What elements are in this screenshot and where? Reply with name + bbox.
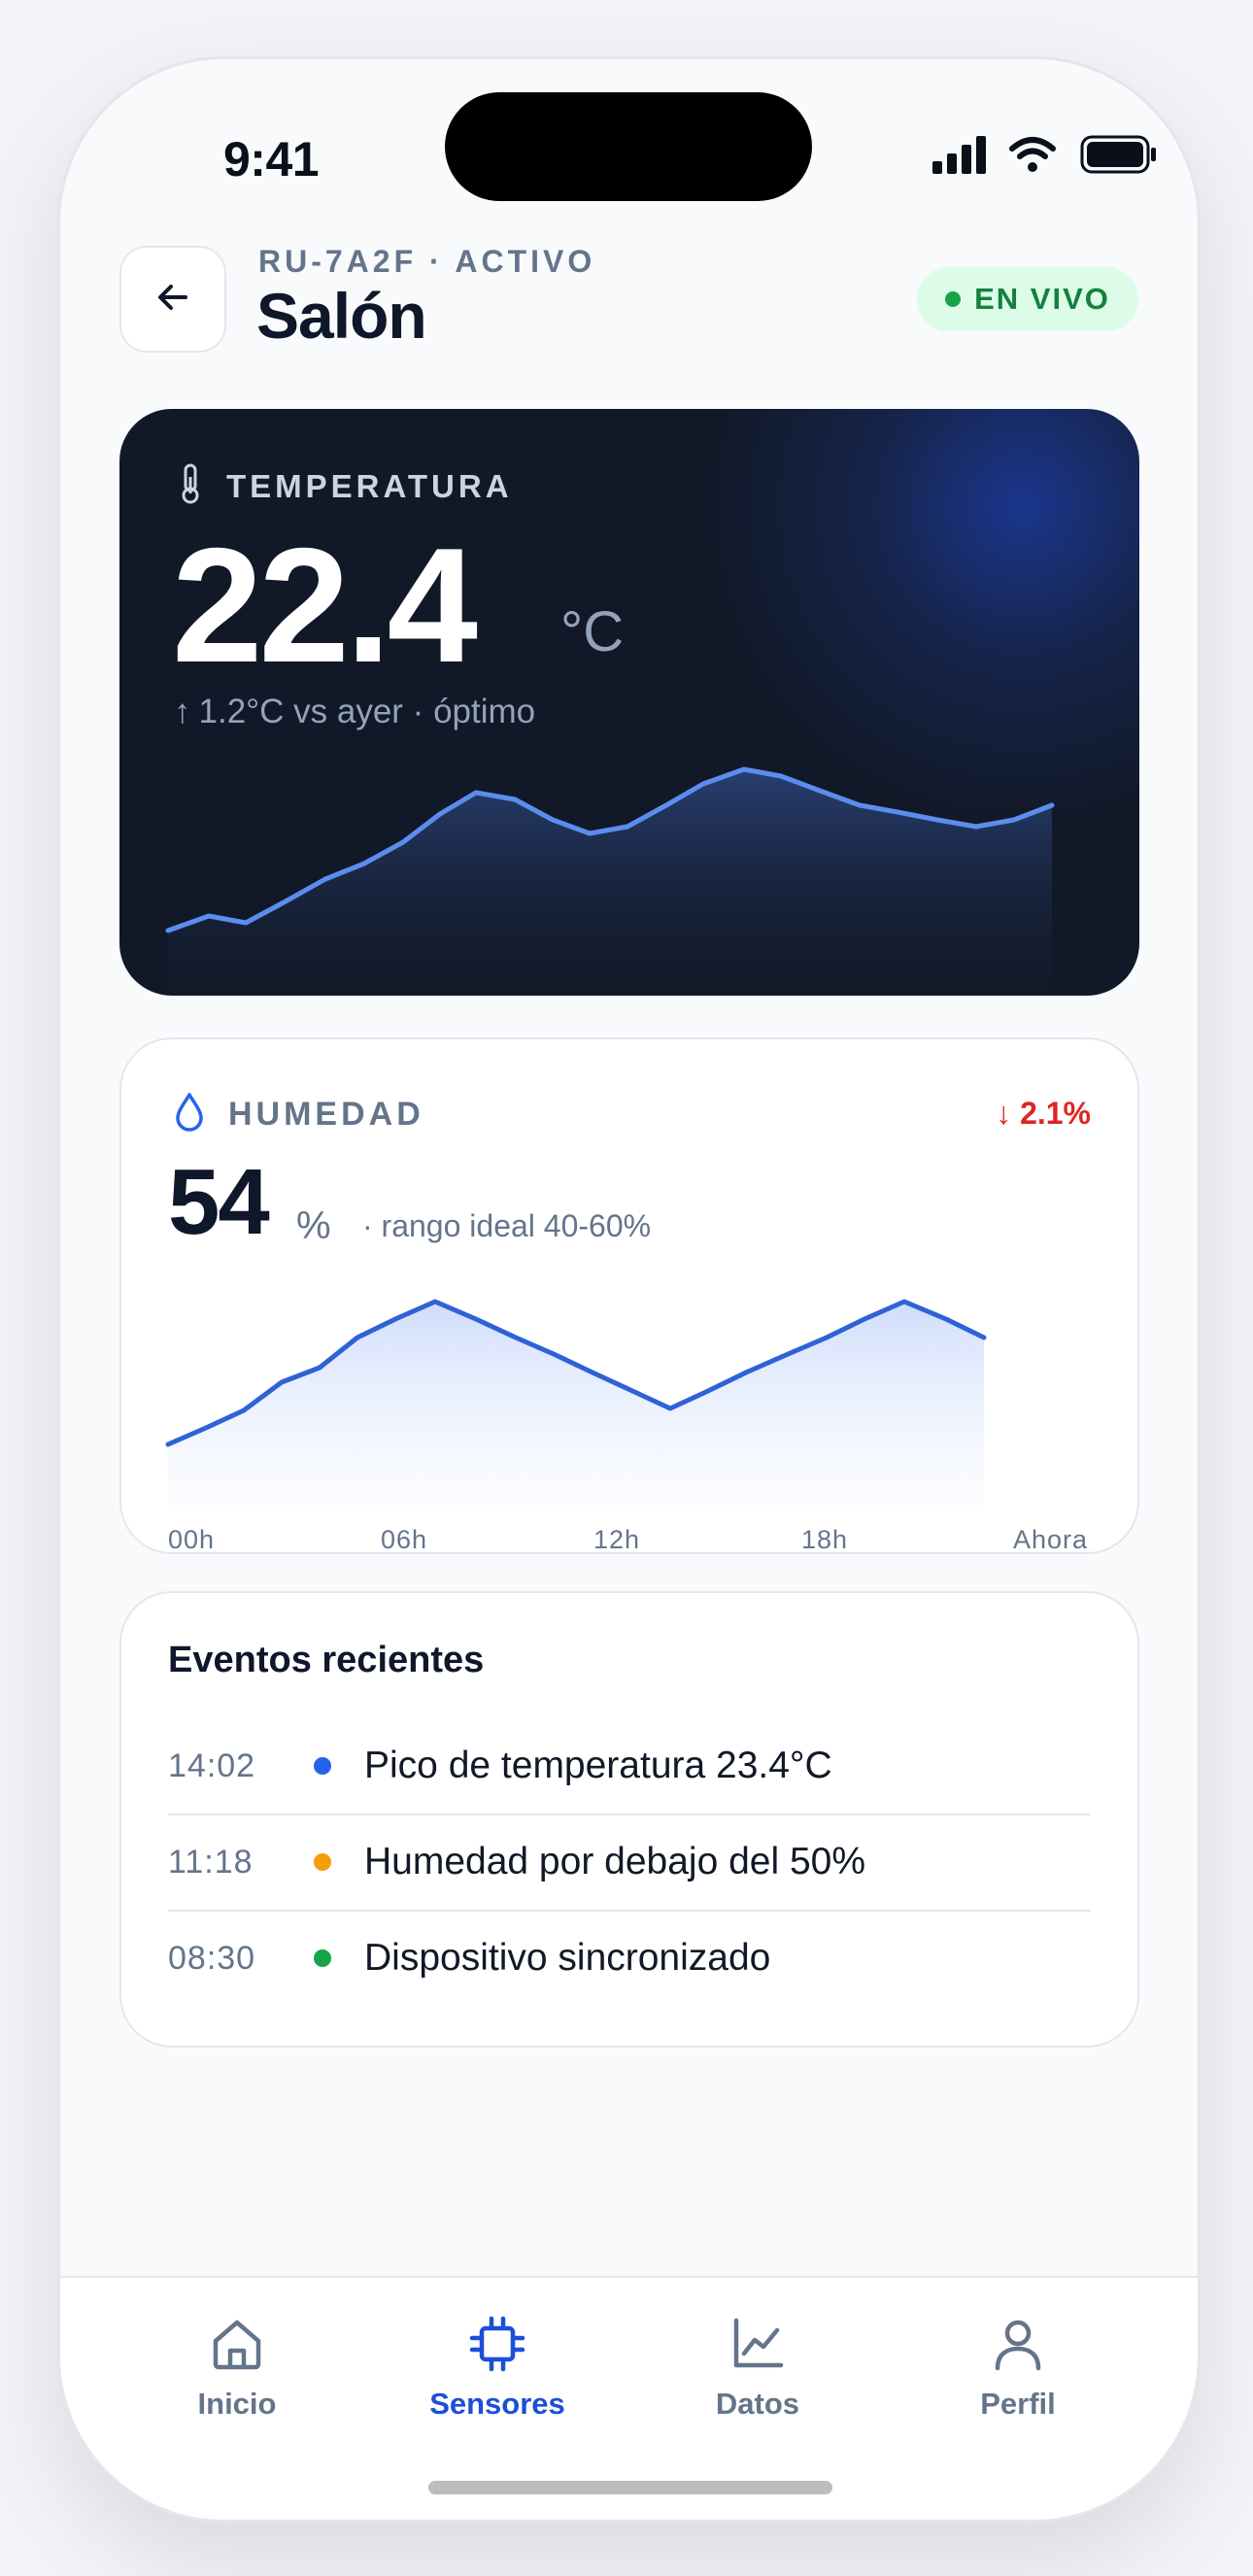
event-row[interactable]: 08:30 Dispositivo sincronizado bbox=[168, 1911, 1091, 2006]
dynamic-island bbox=[445, 92, 812, 201]
page-title: Salón bbox=[256, 280, 427, 352]
humidity-range: · rango ideal 40-60% bbox=[362, 1208, 652, 1243]
x-axis-label: 18h bbox=[801, 1525, 849, 1554]
chip-icon bbox=[468, 2315, 526, 2373]
x-axis-label: 06h bbox=[381, 1525, 428, 1554]
temperature-area bbox=[168, 769, 1052, 996]
tab-label: Perfil bbox=[980, 2387, 1056, 2421]
event-status-dot bbox=[314, 1853, 331, 1871]
tab-datos[interactable]: Datos bbox=[627, 2278, 888, 2472]
tab-inicio[interactable]: Inicio bbox=[107, 2278, 367, 2472]
user-icon bbox=[989, 2315, 1047, 2373]
event-status-dot bbox=[314, 1757, 331, 1775]
event-time: 08:30 bbox=[168, 1939, 256, 1977]
arrow-up-icon: ↑ bbox=[174, 693, 191, 730]
x-axis-label: 12h bbox=[593, 1525, 641, 1554]
events-title: Eventos recientes bbox=[168, 1640, 485, 1680]
temperature-delta: ↑ 1.2°C vs ayer · óptimo bbox=[174, 693, 535, 731]
humidity-area bbox=[168, 1302, 984, 1506]
temperature-delta-text: 1.2°C vs ayer · óptimo bbox=[198, 693, 536, 730]
event-time: 11:18 bbox=[168, 1843, 254, 1881]
device-id: RU-7A2F · ACTIVO bbox=[258, 244, 596, 279]
event-status-dot bbox=[314, 1949, 331, 1967]
phone-screen: 9:41 RU-7A2F · ACTIVO Salón EN VIVO TEMP… bbox=[57, 56, 1201, 2523]
event-text: Dispositivo sincronizado bbox=[364, 1937, 771, 1979]
home-icon bbox=[208, 2315, 266, 2373]
chart-icon bbox=[728, 2315, 787, 2373]
status-time: 9:41 bbox=[223, 132, 320, 186]
humidity-unit: % bbox=[296, 1204, 331, 1247]
live-badge: EN VIVO bbox=[917, 267, 1138, 331]
event-row[interactable]: 11:18 Humedad por debajo del 50% bbox=[168, 1814, 1091, 1912]
humidity-delta: ↓ 2.1% bbox=[996, 1096, 1091, 1131]
tab-label: Inicio bbox=[197, 2387, 277, 2421]
live-dot bbox=[945, 291, 962, 307]
thermometer-icon bbox=[178, 463, 203, 509]
event-text: Pico de temperatura 23.4°C bbox=[364, 1745, 832, 1786]
tab-label: Sensores bbox=[429, 2387, 565, 2421]
wifi-icon bbox=[1008, 135, 1057, 179]
tab-sensores[interactable]: Sensores bbox=[367, 2278, 627, 2472]
battery-icon bbox=[1080, 135, 1158, 179]
temperature-label: TEMPERATURA bbox=[226, 467, 513, 504]
home-indicator[interactable] bbox=[428, 2481, 832, 2494]
recent-events-card: Eventos recientes 14:02 Pico de temperat… bbox=[119, 1591, 1139, 2048]
event-time: 14:02 bbox=[168, 1746, 256, 1784]
humidity-card[interactable]: HUMEDAD ↓ 2.1% 54 % · rango ideal 40-60%… bbox=[119, 1037, 1139, 1554]
droplet-icon bbox=[174, 1092, 205, 1137]
humidity-header: HUMEDAD bbox=[174, 1092, 424, 1137]
tab-perfil[interactable]: Perfil bbox=[888, 2278, 1148, 2472]
temperature-value: 22.4 bbox=[172, 514, 478, 696]
temperature-unit: °C bbox=[560, 600, 625, 663]
event-row[interactable]: 14:02 Pico de temperatura 23.4°C bbox=[168, 1718, 1091, 1815]
tab-label: Datos bbox=[715, 2387, 800, 2421]
x-axis-label: 00h bbox=[168, 1525, 216, 1554]
back-button[interactable] bbox=[119, 246, 226, 353]
signal-icon bbox=[932, 135, 987, 179]
event-text: Humedad por debajo del 50% bbox=[364, 1841, 866, 1882]
arrow-left-icon bbox=[153, 278, 192, 322]
temperature-header: TEMPERATURA bbox=[178, 463, 513, 509]
humidity-label: HUMEDAD bbox=[228, 1096, 424, 1133]
humidity-value: 54 bbox=[168, 1150, 270, 1254]
live-badge-label: EN VIVO bbox=[974, 282, 1110, 316]
temperature-card[interactable]: TEMPERATURA 22.4 °C ↑ 1.2°C vs ayer · óp… bbox=[119, 409, 1139, 996]
x-axis-label: Ahora bbox=[1013, 1525, 1089, 1554]
